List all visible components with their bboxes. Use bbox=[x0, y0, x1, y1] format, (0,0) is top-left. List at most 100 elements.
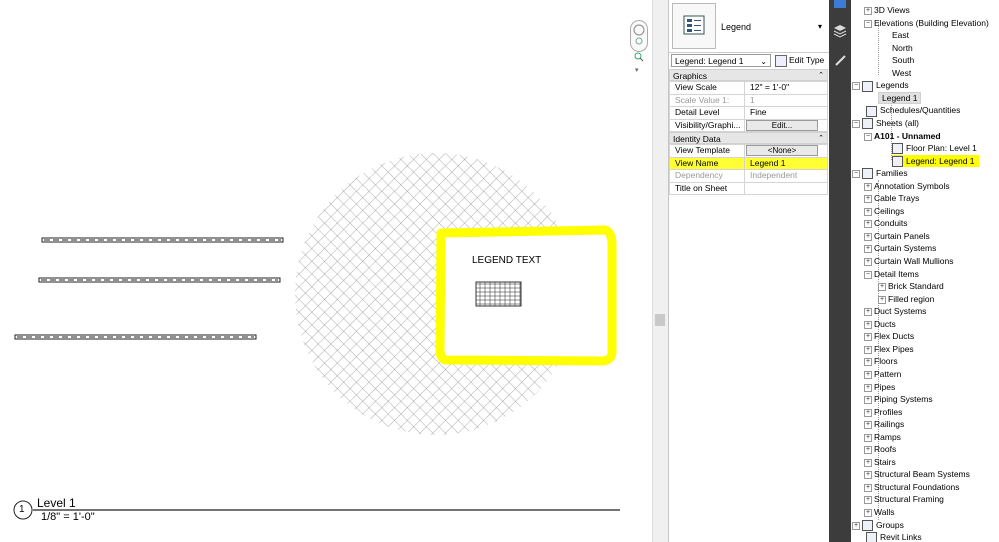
browser-item[interactable]: Detail Items bbox=[874, 268, 919, 281]
expand-icon[interactable]: + bbox=[864, 308, 872, 317]
browser-item[interactable]: Floor Plan: Level 1 bbox=[892, 142, 977, 155]
expand-icon[interactable]: + bbox=[864, 258, 872, 266]
browser-item[interactable]: Families bbox=[862, 167, 908, 180]
expand-icon[interactable]: + bbox=[864, 483, 872, 492]
browser-item[interactable]: Flex Ducts bbox=[874, 330, 914, 343]
browser-item[interactable]: Flex Pipes bbox=[874, 343, 914, 356]
collapse-icon[interactable]: − bbox=[864, 132, 872, 141]
visibility-edit-button[interactable]: Edit... bbox=[746, 119, 818, 131]
steering-wheel-icon[interactable] bbox=[630, 20, 648, 52]
collapse-icon[interactable]: − bbox=[864, 270, 872, 279]
browser-item[interactable]: Ceilings bbox=[874, 205, 904, 218]
expand-icon[interactable]: + bbox=[864, 7, 872, 15]
zoom-region-icon[interactable] bbox=[634, 52, 644, 62]
properties-tab-icon[interactable] bbox=[834, 0, 846, 8]
property-value[interactable] bbox=[744, 181, 828, 195]
expand-icon[interactable]: + bbox=[864, 408, 872, 417]
wall-sample-1[interactable] bbox=[41, 237, 284, 243]
expand-icon[interactable]: + bbox=[864, 195, 872, 204]
browser-item[interactable]: East bbox=[892, 29, 909, 42]
browser-item[interactable]: Structural Beam Systems bbox=[874, 468, 970, 481]
expand-icon[interactable]: + bbox=[864, 182, 872, 191]
browser-item[interactable]: Filled region bbox=[888, 293, 934, 306]
expand-icon[interactable]: + bbox=[864, 509, 872, 517]
browser-item[interactable]: 3D Views bbox=[874, 4, 910, 17]
property-row[interactable]: Detail Level Fine bbox=[669, 106, 828, 120]
legend-text[interactable]: LEGEND TEXT bbox=[472, 255, 541, 266]
browser-item[interactable]: Schedules/Quantities bbox=[866, 104, 960, 117]
property-row[interactable]: Title on Sheet bbox=[669, 181, 828, 195]
panel-splitter[interactable] bbox=[652, 0, 669, 542]
zoom-dropdown-icon[interactable]: ▾ bbox=[635, 66, 639, 74]
layers-icon[interactable] bbox=[833, 24, 847, 40]
splitter-grip[interactable] bbox=[655, 314, 665, 326]
browser-item[interactable]: North bbox=[892, 42, 913, 55]
browser-item[interactable]: Ducts bbox=[874, 318, 896, 331]
expand-icon[interactable]: + bbox=[878, 283, 886, 292]
browser-item[interactable]: Roofs bbox=[874, 443, 896, 456]
navigation-bar[interactable]: ▾ bbox=[622, 0, 652, 95]
expand-icon[interactable]: + bbox=[864, 421, 872, 430]
pencil-icon[interactable] bbox=[834, 54, 847, 69]
browser-item[interactable]: Curtain Wall Mullions bbox=[874, 255, 954, 268]
property-row[interactable]: View Template <None> bbox=[669, 144, 828, 158]
view-title[interactable]: Level 1 bbox=[37, 496, 76, 510]
expand-icon[interactable]: + bbox=[864, 383, 872, 392]
browser-item[interactable]: Pipes bbox=[874, 381, 895, 394]
browser-item[interactable]: Curtain Systems bbox=[874, 242, 936, 255]
browser-item[interactable]: Revit Links bbox=[866, 531, 922, 542]
property-row[interactable]: View Name Legend 1 bbox=[669, 156, 828, 170]
expand-icon[interactable]: + bbox=[864, 471, 872, 480]
type-selector[interactable]: Legend ▾ bbox=[669, 0, 829, 53]
browser-item[interactable]: Pattern bbox=[874, 368, 901, 381]
browser-item[interactable]: Walls bbox=[874, 506, 894, 519]
expand-icon[interactable]: + bbox=[864, 345, 872, 354]
browser-item[interactable]: Sheets (all) bbox=[862, 117, 919, 130]
browser-item[interactable]: West bbox=[892, 67, 911, 80]
expand-icon[interactable]: + bbox=[864, 370, 872, 379]
view-name-field[interactable]: Legend 1 bbox=[744, 156, 828, 170]
browser-item[interactable]: Floors bbox=[874, 355, 898, 368]
brick-pattern-symbol[interactable] bbox=[475, 281, 522, 307]
browser-item[interactable]: Profiles bbox=[874, 406, 902, 419]
expand-icon[interactable]: + bbox=[852, 521, 860, 530]
expand-icon[interactable]: + bbox=[864, 433, 872, 442]
browser-item[interactable]: Stairs bbox=[874, 456, 896, 469]
collapse-icon[interactable]: − bbox=[852, 119, 860, 128]
group-graphics[interactable]: Graphics ⌃ bbox=[669, 69, 828, 81]
collapse-icon[interactable]: − bbox=[852, 170, 860, 179]
wall-sample-2[interactable] bbox=[38, 277, 281, 283]
browser-item[interactable]: Groups bbox=[862, 519, 904, 532]
property-row[interactable]: Visibility/Graphi... Edit... bbox=[669, 118, 828, 132]
browser-item[interactable]: Brick Standard bbox=[888, 280, 944, 293]
expand-icon[interactable]: + bbox=[864, 220, 872, 229]
expand-icon[interactable]: + bbox=[878, 295, 886, 304]
edit-type-button[interactable]: Edit Type bbox=[775, 54, 829, 67]
group-identity-data[interactable]: Identity Data ⌃ bbox=[669, 132, 828, 144]
expand-icon[interactable]: + bbox=[864, 358, 872, 367]
type-dropdown-arrow-icon[interactable]: ▾ bbox=[818, 22, 822, 31]
property-value[interactable]: 12" = 1'-0" bbox=[744, 81, 828, 95]
collapse-icon[interactable]: − bbox=[864, 19, 872, 28]
expand-icon[interactable]: + bbox=[864, 333, 872, 342]
expand-icon[interactable]: + bbox=[864, 232, 872, 241]
browser-item[interactable]: Conduits bbox=[874, 217, 908, 230]
browser-item[interactable]: Structural Framing bbox=[874, 493, 944, 506]
browser-item[interactable]: Railings bbox=[874, 418, 904, 431]
browser-item[interactable]: Legend: Legend 1 bbox=[892, 154, 979, 168]
browser-item[interactable]: Cable Trays bbox=[874, 192, 919, 205]
expand-icon[interactable]: + bbox=[864, 458, 872, 467]
expand-icon[interactable]: + bbox=[864, 446, 872, 455]
browser-item[interactable]: Duct Systems bbox=[874, 305, 926, 318]
expand-icon[interactable]: + bbox=[864, 396, 872, 405]
property-value[interactable]: Fine bbox=[744, 106, 828, 120]
browser-item[interactable]: Legend 1 bbox=[878, 91, 922, 105]
drawing-canvas[interactable]: LEGEND TEXT 1 Level 1 1/8" = 1'-0" bbox=[0, 0, 655, 542]
browser-item[interactable]: Legends bbox=[862, 79, 909, 92]
wall-sample-3[interactable] bbox=[14, 334, 257, 340]
browser-item[interactable]: Annotation Symbols bbox=[874, 180, 950, 193]
browser-item[interactable]: Elevations (Building Elevation) bbox=[874, 17, 989, 30]
view-template-button[interactable]: <None> bbox=[746, 145, 818, 156]
browser-item[interactable]: Structural Foundations bbox=[874, 481, 960, 494]
expand-icon[interactable]: + bbox=[864, 245, 872, 254]
